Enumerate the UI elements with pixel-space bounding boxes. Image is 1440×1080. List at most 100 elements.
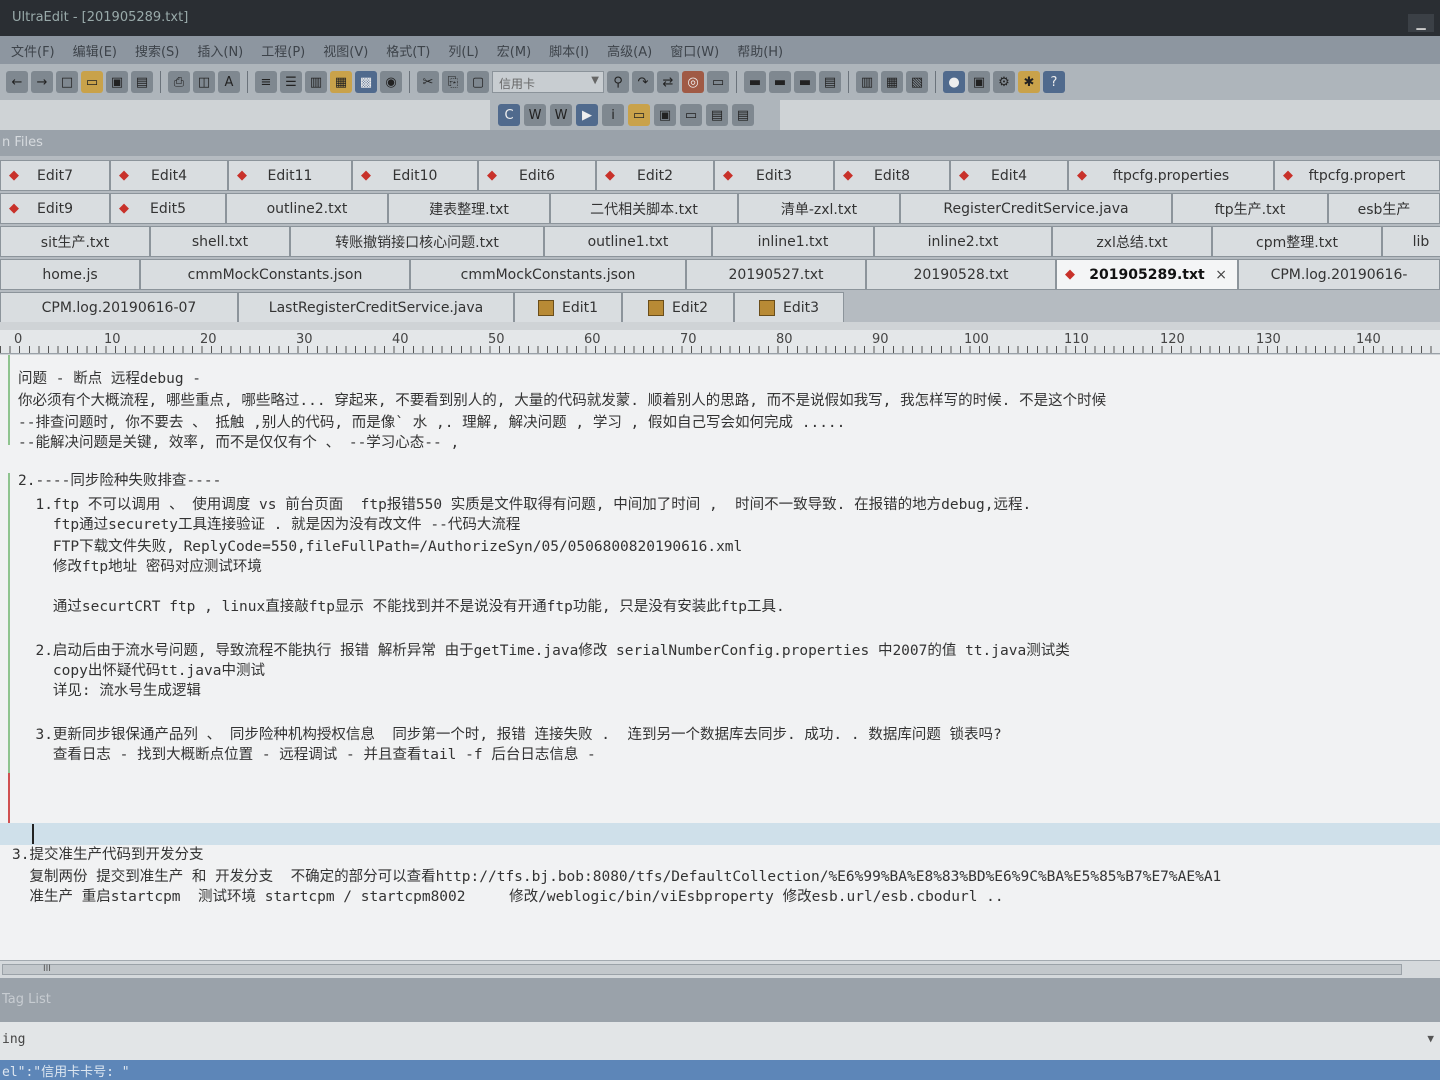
tab-transfer-cancel[interactable]: 转账撤销接口核心问题.txt [290,226,544,257]
doc-icon[interactable]: W [550,104,572,126]
tab-list-zxl[interactable]: 清单-zxl.txt [738,193,900,224]
tab-201905289-active[interactable]: ◆ 201905289.txt × [1056,259,1238,290]
tab-register-credit-service[interactable]: RegisterCreditService.java [900,193,1172,224]
folder-icon[interactable]: ▭ [628,104,650,126]
tab-cmm-mock-constants-2[interactable]: cmmMockConstants.json [410,259,686,290]
word-wrap-icon[interactable]: ≡ [255,71,277,93]
tab-edit3[interactable]: ◆ Edit3 [714,160,834,191]
menu-file[interactable]: 文件(F) [2,41,64,60]
horizontal-scrollbar[interactable]: III [0,960,1440,978]
tab-edit8[interactable]: ◆ Edit8 [834,160,950,191]
open-folder-icon[interactable]: ▭ [81,71,103,93]
tab-edit5[interactable]: ◆ Edit5 [110,193,226,224]
print-icon[interactable]: ⎙ [168,71,190,93]
tab-edit2[interactable]: ◆ Edit2 [596,160,714,191]
font-icon[interactable]: A [218,71,240,93]
tab-cpm-log-20190616[interactable]: CPM.log.20190616- [1238,259,1440,290]
tab-edit9[interactable]: ◆ Edit9 [0,193,110,224]
menu-advanced[interactable]: 高级(A) [598,41,661,60]
scrollbar-thumb[interactable]: III [2,964,1402,975]
tab-new-edit2[interactable]: Edit2 [622,292,734,322]
bookmark-icon[interactable]: ▬ [744,71,766,93]
menu-macro[interactable]: 宏(M) [488,41,540,60]
menu-insert[interactable]: 插入(N) [188,41,252,60]
compare-icon[interactable]: ▤ [819,71,841,93]
tab-inline2[interactable]: inline2.txt [874,226,1052,257]
copy-icon[interactable]: ⎘ [442,71,464,93]
chevron-down-icon[interactable]: ▼ [1427,1032,1434,1045]
tab-table-notes[interactable]: 建表整理.txt [388,193,550,224]
tab-20190527[interactable]: 20190527.txt [686,259,866,290]
web-search-icon[interactable]: ● [943,71,965,93]
tile-window-icon[interactable]: ▦ [881,71,903,93]
tab-outline1[interactable]: outline1.txt [544,226,712,257]
print-preview-icon[interactable]: ◫ [193,71,215,93]
tab-20190528[interactable]: 20190528.txt [866,259,1056,290]
bookmark-next-icon[interactable]: ▬ [769,71,791,93]
back-arrow-icon[interactable]: ← [6,71,28,93]
menu-project[interactable]: 工程(P) [252,41,314,60]
bookmark-prev-icon[interactable]: ▬ [794,71,816,93]
chevron-down-icon[interactable]: ▼ [591,75,599,86]
tab-sit-prod[interactable]: sit生产.txt [0,226,150,257]
tab-edit10[interactable]: ◆ Edit10 [352,160,478,191]
tab-lib[interactable]: lib [1382,226,1440,257]
hex-mode-icon[interactable]: ▩ [355,71,377,93]
new-file-icon[interactable]: □ [56,71,78,93]
tab-ftpcfg-properties-2[interactable]: ◆ ftpcfg.propert [1274,160,1440,191]
menu-column[interactable]: 列(L) [439,41,487,60]
cascade-window-icon[interactable]: ▧ [906,71,928,93]
tab-cpm-log-20190616-07[interactable]: CPM.log.20190616-07 [0,292,238,322]
tab-last-register-credit-service[interactable]: LastRegisterCreditService.java [238,292,514,322]
wordfile-icon[interactable]: W [524,104,546,126]
replace-icon[interactable]: ⇄ [657,71,679,93]
tab-inline1[interactable]: inline1.txt [712,226,874,257]
tab-edit4-b[interactable]: ◆ Edit4 [950,160,1068,191]
goto-icon[interactable]: ▭ [707,71,729,93]
c-language-icon[interactable]: C [498,104,520,126]
paste-icon[interactable]: ▢ [467,71,489,93]
save-icon[interactable]: ▣ [106,71,128,93]
list-icon[interactable]: ☰ [280,71,302,93]
find-in-files-icon[interactable]: ◎ [682,71,704,93]
tab-esb-prod[interactable]: esb生产 [1328,193,1440,224]
tab-new-edit1[interactable]: Edit1 [514,292,622,322]
menu-window[interactable]: 窗口(W) [661,41,728,60]
ftp-icon[interactable]: ▣ [968,71,990,93]
tab-ftp-prod[interactable]: ftp生产.txt [1172,193,1328,224]
find-next-icon[interactable]: ↷ [632,71,654,93]
text-editor[interactable]: 问题 - 断点 远程debug - 你必须有个大概流程, 哪些重点, 哪些略过.… [0,355,1440,960]
search-combo[interactable]: 信用卡 ▼ [492,71,604,93]
menu-search[interactable]: 搜索(S) [126,41,188,60]
view-icon[interactable]: ▭ [680,104,702,126]
highlight-icon[interactable]: ▦ [330,71,352,93]
tip-lightbulb-icon[interactable]: ✱ [1018,71,1040,93]
tab-zxl-summary[interactable]: zxl总结.txt [1052,226,1212,257]
run-icon[interactable]: ▶ [576,104,598,126]
tab-edit11[interactable]: ◆ Edit11 [228,160,352,191]
column-mode-icon[interactable]: ▥ [305,71,327,93]
menu-script[interactable]: 脚本(I) [540,41,598,60]
tab-gen2-scripts[interactable]: 二代相关脚本.txt [550,193,738,224]
help-icon[interactable]: ? [1043,71,1065,93]
save-all-icon[interactable]: ▤ [131,71,153,93]
tab-edit4[interactable]: ◆ Edit4 [110,160,228,191]
menu-edit[interactable]: 编辑(E) [64,41,126,60]
minimize-button[interactable]: ▁ [1408,14,1434,32]
tab-edit7[interactable]: ◆ Edit7 [0,160,110,191]
tab-outline2[interactable]: outline2.txt [226,193,388,224]
script-icon[interactable]: ▤ [706,104,728,126]
browser-icon[interactable]: ◉ [380,71,402,93]
find-icon[interactable]: ⚲ [607,71,629,93]
split-window-icon[interactable]: ▥ [856,71,878,93]
settings-gear-icon[interactable]: ⚙ [993,71,1015,93]
tab-cmm-mock-constants[interactable]: cmmMockConstants.json [140,259,410,290]
terminal-icon[interactable]: ▣ [654,104,676,126]
menu-help[interactable]: 帮助(H) [728,41,792,60]
menu-view[interactable]: 视图(V) [314,41,377,60]
tab-cpm-notes[interactable]: cpm整理.txt [1212,226,1382,257]
tab-new-edit3[interactable]: Edit3 [734,292,844,322]
menu-format[interactable]: 格式(T) [377,41,439,60]
info-icon[interactable]: i [602,104,624,126]
tab-edit6[interactable]: ◆ Edit6 [478,160,596,191]
